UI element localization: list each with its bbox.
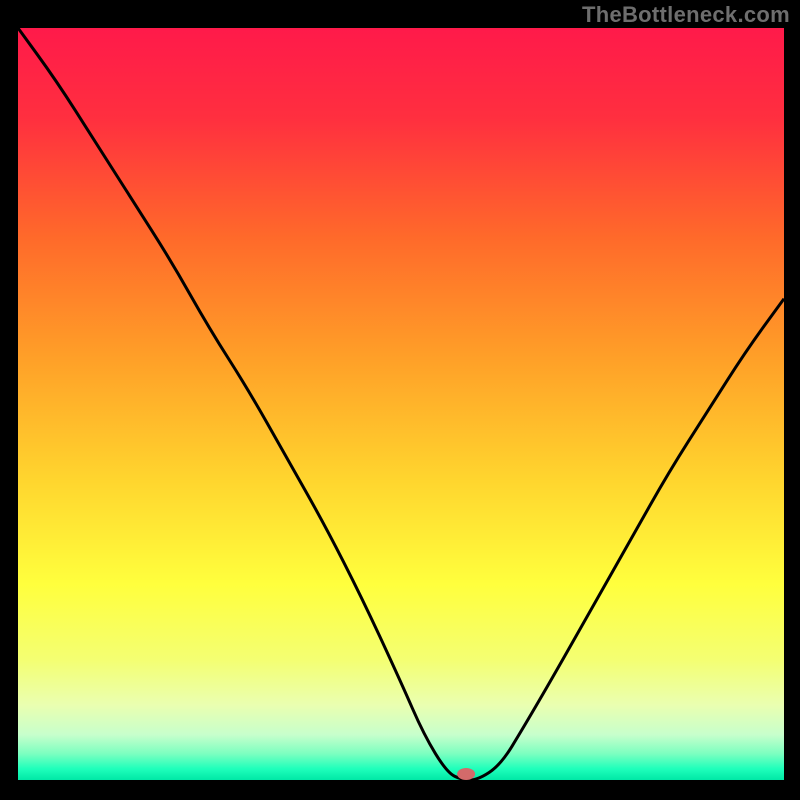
chart-frame: TheBottleneck.com — [0, 0, 800, 800]
gradient-background — [18, 28, 784, 780]
optimal-marker — [457, 768, 475, 780]
watermark-text: TheBottleneck.com — [582, 2, 790, 28]
plot-area — [18, 28, 784, 780]
chart-svg — [18, 28, 784, 780]
